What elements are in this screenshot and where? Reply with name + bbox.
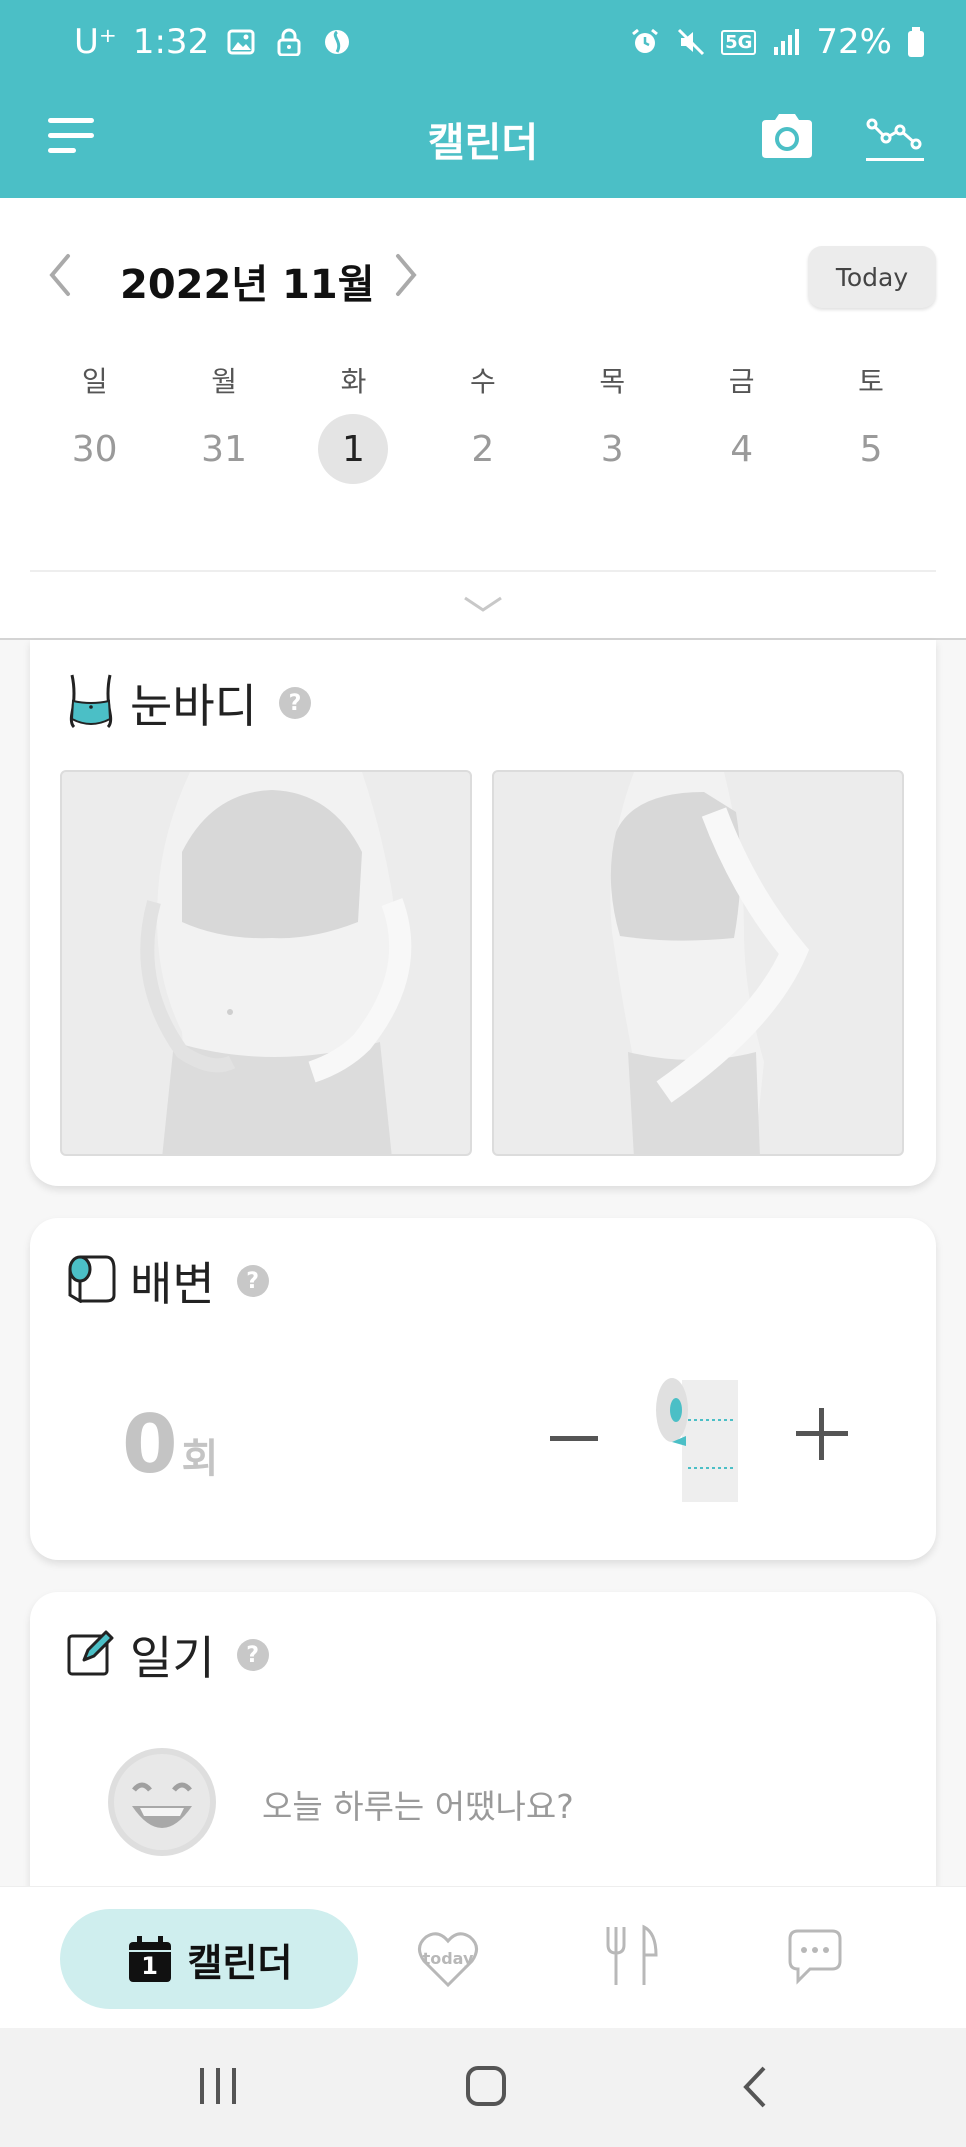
weekday-label: 화 <box>340 365 367 398</box>
weekday-row: 일 월 화 수 목 금 토 <box>30 360 936 400</box>
calendar-tab[interactable]: 1 캘린더 <box>60 1909 358 2009</box>
app-bar: 캘린더 <box>0 88 966 198</box>
lock-icon <box>273 25 305 59</box>
count-unit: 회 <box>181 1436 219 1482</box>
card-title: 배변 <box>130 1257 215 1311</box>
fork-knife-icon[interactable] <box>600 1923 660 1989</box>
diary-prompt[interactable]: 오늘 하루는 어땠나요? <box>262 1780 574 1828</box>
weekday-label: 금 <box>728 365 755 398</box>
toilet-paper-icon <box>66 1255 116 1307</box>
image-icon <box>225 25 257 59</box>
count-value: 0 <box>122 1398 178 1491</box>
next-month-button[interactable] <box>386 250 426 300</box>
tab-label: 캘린더 <box>187 1940 293 1985</box>
top-bar: U⁺ 1:32 5G 72% 캘린더 <box>0 0 966 198</box>
body-photo-card: 눈바디 ? <box>30 640 936 1186</box>
mute-icon <box>675 25 707 59</box>
pencil-icon <box>66 1628 116 1682</box>
date-row: 30 31 1 2 3 4 5 <box>30 414 936 484</box>
carrier-label: U⁺ <box>74 22 117 62</box>
decrement-button[interactable] <box>546 1418 602 1458</box>
clock: 1:32 <box>132 22 210 62</box>
recent-apps-icon[interactable] <box>196 2066 240 2106</box>
smiley-face-icon[interactable] <box>106 1746 218 1858</box>
diary-card: 일기 ? 오늘 하루는 어땠나요? <box>30 1592 936 1892</box>
date-number: 5 <box>859 428 883 470</box>
date-number: 31 <box>201 428 247 470</box>
weekday-label: 수 <box>469 365 496 398</box>
date-number: 1 <box>318 414 389 484</box>
today-heart-icon[interactable]: today <box>416 1927 480 1991</box>
date-cell[interactable]: 2 <box>418 414 547 484</box>
date-cell-selected[interactable]: 1 <box>289 414 418 484</box>
help-icon[interactable]: ? <box>278 687 311 719</box>
today-button[interactable]: Today <box>808 246 936 308</box>
date-cell[interactable]: 3 <box>548 414 677 484</box>
date-cell[interactable]: 4 <box>677 414 806 484</box>
system-navigation-bar <box>0 2028 966 2147</box>
signal-icon <box>770 25 802 59</box>
calendar-divider <box>30 570 936 572</box>
alarm-icon <box>629 25 661 59</box>
date-number: 3 <box>600 428 624 470</box>
card-header: 눈바디 ? <box>66 670 311 736</box>
bowel-count: 0 회 <box>122 1398 218 1491</box>
chevron-down-icon[interactable] <box>463 594 503 616</box>
front-body-photo-slot[interactable] <box>60 770 472 1156</box>
card-header: 일기 ? <box>66 1622 269 1688</box>
chat-bubble-icon[interactable] <box>786 1925 844 1987</box>
date-number: 4 <box>730 428 754 470</box>
calendar-strip: 2022년 11월 Today 일 월 화 수 목 금 토 30 31 1 2 … <box>0 198 966 640</box>
date-cell[interactable]: 31 <box>159 414 288 484</box>
weekday-label: 토 <box>858 365 884 398</box>
month-title: 2022년 11월 <box>120 262 375 308</box>
bowel-movement-card: 배변 ? 0 회 <box>30 1218 936 1560</box>
card-header: 배변 ? <box>66 1248 269 1314</box>
battery-icon <box>906 25 926 59</box>
back-icon[interactable] <box>740 2064 770 2110</box>
status-bar: U⁺ 1:32 5G 72% <box>0 0 966 88</box>
weekday-label: 월 <box>211 365 237 398</box>
help-icon[interactable]: ? <box>236 1265 269 1297</box>
bottom-tab-bar: 1 캘린더 today <box>0 1886 966 2028</box>
card-title: 일기 <box>130 1631 215 1685</box>
battery-label: 72% <box>816 22 892 62</box>
network-label: 5G <box>721 29 757 55</box>
camera-icon[interactable] <box>758 110 816 166</box>
date-cell[interactable]: 5 <box>806 414 935 484</box>
prev-month-button[interactable] <box>40 250 80 300</box>
date-cell[interactable]: 30 <box>30 414 159 484</box>
card-title: 눈바디 <box>130 679 257 733</box>
calendar-icon-date: 1 <box>141 1952 158 1980</box>
today-icon-text: today <box>422 1949 474 1968</box>
graph-icon[interactable] <box>866 110 924 166</box>
weekday-label: 일 <box>81 365 108 398</box>
waist-icon <box>66 673 116 733</box>
date-number: 2 <box>471 428 495 470</box>
home-icon[interactable] <box>464 2064 508 2108</box>
date-number: 30 <box>71 428 118 470</box>
calendar-icon: 1 <box>126 1934 174 1984</box>
weekday-label: 목 <box>599 365 626 398</box>
side-body-photo-slot[interactable] <box>492 770 904 1156</box>
app-icon <box>321 25 353 59</box>
toilet-roll-image <box>654 1376 742 1504</box>
help-icon[interactable]: ? <box>236 1639 269 1671</box>
page-title: 캘린더 <box>427 120 539 166</box>
increment-button[interactable] <box>792 1404 852 1464</box>
